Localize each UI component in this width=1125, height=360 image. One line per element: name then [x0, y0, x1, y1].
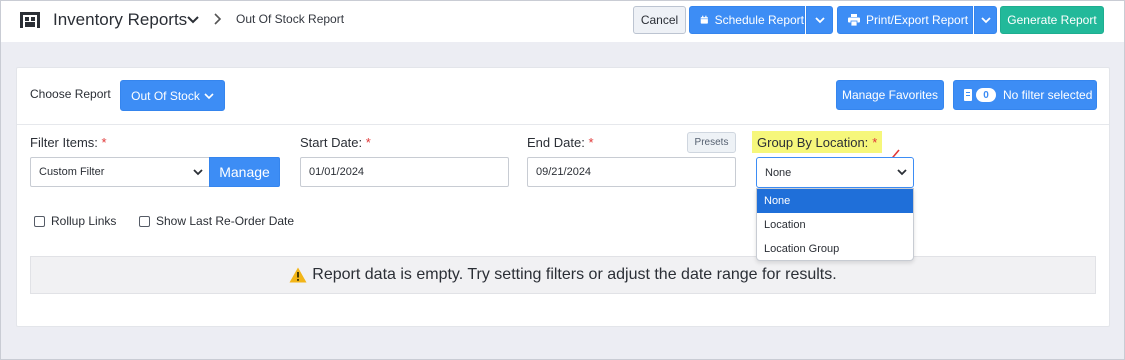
filter-status-button[interactable]: 0 No filter selected	[953, 80, 1097, 110]
empty-report-banner: Report data is empty. Try setting filter…	[30, 256, 1096, 294]
chevron-down-icon	[204, 92, 214, 99]
cancel-button[interactable]: Cancel	[633, 6, 686, 34]
dropdown-option-location-group[interactable]: Location Group	[757, 237, 913, 261]
manage-favorites-button[interactable]: Manage Favorites	[836, 80, 944, 110]
required-marker: *	[101, 135, 107, 150]
breadcrumb: Out Of Stock Report	[236, 12, 345, 26]
show-reorder-date-checkbox[interactable]	[139, 215, 150, 227]
rollup-links-checkbox[interactable]	[34, 215, 45, 227]
required-marker: *	[588, 135, 594, 150]
group-by-dropdown-menu: None Location Location Group	[756, 188, 914, 261]
chevron-right-icon	[214, 13, 222, 25]
chevron-down-icon	[980, 17, 991, 24]
group-by-value: None	[765, 166, 792, 179]
start-date-label-text: Start Date:	[300, 135, 363, 150]
end-date-label-text: End Date:	[527, 135, 585, 150]
filter-items-select[interactable]: Custom Filter	[30, 157, 210, 187]
printer-icon	[848, 14, 860, 26]
selected-report-label: Out Of Stock	[131, 88, 200, 103]
chevron-down-icon[interactable]	[186, 13, 200, 27]
warning-icon	[289, 267, 307, 283]
chevron-down-icon	[193, 169, 203, 176]
top-bar: Inventory Reports Out Of Stock Report Ca…	[0, 0, 1125, 42]
page-title: Inventory Reports	[53, 10, 188, 29]
generate-report-button[interactable]: Generate Report	[1000, 6, 1104, 34]
show-reorder-date-option[interactable]: Show Last Re-Order Date	[139, 214, 294, 228]
end-date-label: End Date: *	[527, 135, 594, 150]
start-date-value: 01/01/2024	[309, 166, 365, 178]
end-date-value: 09/21/2024	[536, 166, 592, 178]
schedule-report-label: Schedule Report	[714, 13, 804, 27]
print-export-label: Print/Export Report	[866, 13, 969, 27]
schedule-report-dropdown-toggle[interactable]	[806, 6, 833, 34]
divider	[17, 124, 1109, 125]
filter-status-label: No filter selected	[1003, 88, 1093, 102]
filter-items-value: Custom Filter	[39, 166, 105, 178]
report-card: Choose Report Out Of Stock Manage Favori…	[16, 67, 1110, 327]
rollup-links-label: Rollup Links	[51, 214, 117, 228]
dropdown-option-location[interactable]: Location	[757, 213, 913, 237]
filter-count-badge: 0	[976, 88, 996, 102]
empty-report-message: Report data is empty. Try setting filter…	[312, 266, 837, 283]
end-date-input[interactable]: 09/21/2024	[527, 157, 736, 187]
rollup-links-option[interactable]: Rollup Links	[34, 214, 116, 228]
print-export-dropdown-toggle[interactable]	[974, 6, 997, 34]
start-date-label: Start Date: *	[300, 135, 371, 150]
warehouse-icon	[20, 12, 40, 28]
chevron-down-icon	[897, 169, 907, 176]
start-date-input[interactable]: 01/01/2024	[300, 157, 509, 187]
required-marker: *	[872, 134, 878, 150]
group-by-location-label: Group By Location: *	[752, 131, 883, 153]
show-reorder-date-label: Show Last Re-Order Date	[156, 214, 295, 228]
filter-items-label-text: Filter Items:	[30, 135, 98, 150]
schedule-report-button[interactable]: Schedule Report	[689, 6, 805, 34]
choose-report-dropdown[interactable]: Out Of Stock	[120, 80, 225, 111]
filter-items-label: Filter Items: *	[30, 135, 107, 150]
presets-button[interactable]: Presets	[687, 132, 736, 153]
print-export-button[interactable]: Print/Export Report	[837, 6, 973, 34]
manage-filter-button[interactable]: Manage	[209, 157, 280, 187]
dropdown-option-none[interactable]: None	[757, 189, 913, 213]
filter-list-icon	[964, 89, 972, 101]
required-marker: *	[365, 135, 371, 150]
calendar-icon	[700, 15, 708, 24]
chevron-down-icon	[814, 17, 825, 24]
group-by-location-select[interactable]: None	[756, 157, 914, 188]
choose-report-label: Choose Report	[30, 87, 111, 101]
group-by-label-text: Group By Location:	[757, 134, 869, 150]
